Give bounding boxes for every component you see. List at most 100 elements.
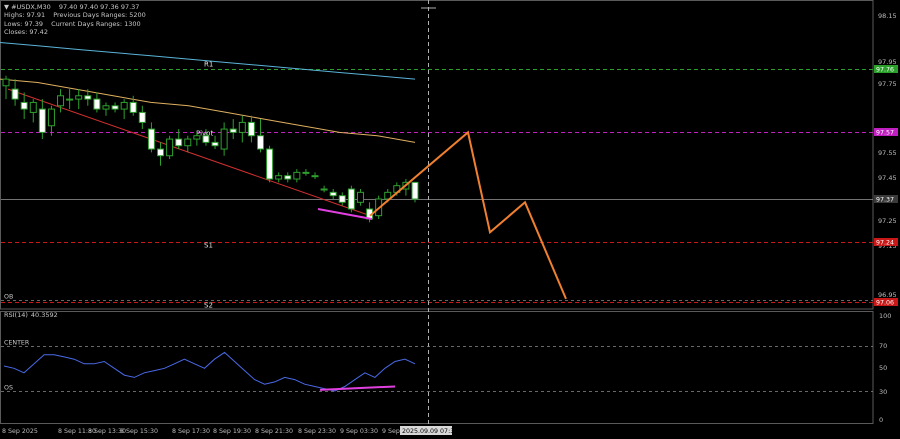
rsi-level-label: CENTER — [4, 340, 30, 347]
highs-label: Highs: 97.91 — [4, 11, 46, 20]
candle — [2, 75, 10, 100]
candle-body — [20, 101, 28, 110]
moving-average-slow — [0, 42, 416, 80]
price-axis-tick: 97.75 — [878, 80, 897, 88]
candle — [238, 115, 246, 143]
candle-body — [75, 95, 83, 100]
candle-body — [84, 95, 92, 100]
candle — [38, 99, 46, 140]
trend-line — [7, 88, 371, 217]
candle — [302, 169, 310, 176]
candle-body — [329, 191, 337, 197]
candle-body — [93, 98, 101, 110]
candle — [411, 181, 419, 203]
symbol-label[interactable]: ▼ #USDX,M30 — [4, 3, 51, 11]
candle-body — [175, 138, 183, 147]
rsi-axis-tick: 100 — [879, 312, 891, 320]
candle — [256, 119, 264, 153]
candle-body — [338, 195, 346, 203]
candle-body — [247, 121, 255, 137]
candle-body — [2, 78, 10, 87]
rsi-value: 40.3592 — [30, 311, 58, 319]
lows-label: Lows: 97.39 — [4, 19, 44, 28]
candle-body — [184, 138, 192, 147]
candle-body — [66, 98, 74, 101]
candle-body — [347, 188, 355, 210]
candle-body — [293, 171, 301, 180]
candle-body — [311, 175, 319, 178]
candle — [220, 122, 228, 156]
candle — [229, 119, 237, 140]
main-pane-frame — [0, 0, 874, 310]
candle-body — [411, 181, 419, 200]
candle-body — [111, 105, 119, 110]
candle-body — [138, 111, 146, 123]
candle — [111, 102, 119, 113]
candle-body — [29, 101, 37, 113]
candle — [320, 185, 328, 193]
candle — [184, 135, 192, 153]
rsi-pane-frame — [0, 311, 874, 424]
candle-body — [320, 188, 328, 191]
price-badge-label: 97.06 — [876, 300, 894, 307]
trading-chart-window: R2R1PivotS1S298.1597.9597.7597.6597.5597… — [0, 0, 900, 439]
candle-body — [275, 175, 283, 180]
candle — [11, 79, 19, 106]
candle-body — [238, 121, 246, 133]
candle — [347, 185, 355, 213]
time-axis-label: 8 Sep 23:30 — [298, 428, 336, 435]
current-ranges-label: Current Days Ranges: 1300 — [51, 19, 141, 28]
candle — [66, 89, 74, 110]
candle-body — [356, 191, 364, 203]
candle — [120, 99, 128, 120]
candle-body — [256, 135, 264, 150]
candle-body — [202, 135, 210, 143]
price-badge-label: 97.24 — [876, 240, 894, 247]
candle — [311, 172, 319, 180]
candle-body — [38, 108, 46, 133]
candle-body — [102, 105, 110, 110]
price-axis-tick: 98.15 — [878, 12, 897, 20]
rsi-divergence-line — [319, 385, 396, 391]
candle-body — [229, 128, 237, 133]
candle-body — [57, 95, 65, 107]
candle — [211, 135, 219, 150]
candle-body — [157, 148, 165, 157]
price-badge-label: 97.76 — [876, 67, 894, 74]
candle — [93, 92, 101, 113]
price-badge-label: 97.37 — [876, 197, 894, 204]
price-axis-tick: 96.95 — [878, 291, 897, 299]
level-label-s1: S1 — [204, 242, 213, 250]
candle — [20, 92, 28, 120]
candle — [157, 142, 165, 166]
time-axis-label: 8 Sep 15:30 — [120, 428, 158, 435]
chart-canvas[interactable]: R2R1PivotS1S298.1597.9597.7597.6597.5597… — [0, 0, 900, 439]
candle-body — [11, 88, 19, 100]
previous-ranges-label: Previous Days Ranges: 5200 — [53, 11, 146, 20]
candle — [266, 145, 274, 183]
candle — [47, 105, 55, 136]
candle-body — [284, 175, 292, 180]
candle — [247, 115, 255, 143]
candle-body — [120, 101, 128, 110]
chart-info-panel: ▼ #USDX,M30 97.40 97.40 97.36 97.37 High… — [4, 3, 146, 37]
candle — [284, 172, 292, 183]
price-axis-tick: 97.95 — [878, 58, 897, 66]
candle-body — [211, 141, 219, 147]
candle — [338, 192, 346, 206]
ohlc-values: 97.40 97.40 97.36 97.37 — [58, 3, 140, 11]
candle-body — [166, 138, 174, 157]
candle — [147, 122, 155, 153]
candle — [102, 102, 110, 116]
candle-body — [129, 101, 137, 113]
rsi-line — [3, 351, 416, 392]
candle-body — [193, 135, 201, 140]
time-axis-label: 8 Sep 2025 — [2, 428, 38, 435]
candle-body — [266, 148, 274, 180]
price-axis-tick: 97.45 — [878, 174, 897, 182]
price-axis-tick: 97.55 — [878, 149, 897, 157]
candle — [166, 135, 174, 160]
candle — [275, 172, 283, 183]
candle — [329, 189, 337, 199]
candle-body — [302, 171, 310, 174]
